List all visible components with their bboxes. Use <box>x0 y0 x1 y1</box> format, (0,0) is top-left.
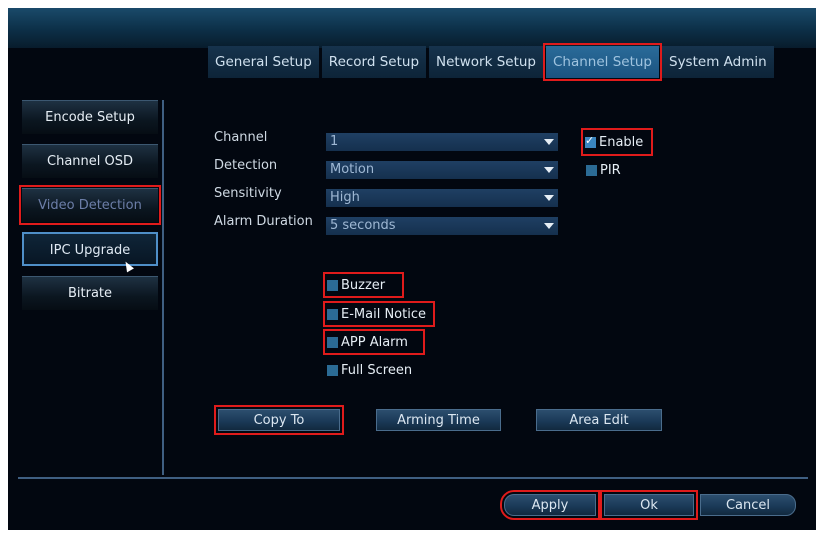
full-screen-checkbox[interactable]: Full Screen <box>327 361 412 379</box>
tab-general-setup[interactable]: General Setup <box>208 46 319 78</box>
tab-channel-setup[interactable]: Channel Setup <box>542 43 663 81</box>
ok-button[interactable]: Ok <box>600 490 698 520</box>
app-alarm-label: APP Alarm <box>341 334 408 350</box>
email-notice-label: E-Mail Notice <box>341 306 426 322</box>
enable-label: Enable <box>599 134 644 150</box>
top-bar <box>8 8 816 48</box>
email-notice-checkbox[interactable]: E-Mail Notice <box>323 301 435 327</box>
dvr-settings-screen: General Setup Record Setup Network Setup… <box>8 8 816 530</box>
pir-label: PIR <box>600 162 621 178</box>
checkbox-icon <box>327 364 338 376</box>
app-alarm-checkbox[interactable]: APP Alarm <box>323 329 425 355</box>
detection-value: Motion <box>330 162 375 177</box>
apply-button[interactable]: Apply <box>500 490 600 520</box>
buzzer-checkbox[interactable]: Buzzer <box>323 272 404 298</box>
chevron-down-icon <box>544 195 554 201</box>
checkbox-icon <box>327 308 338 320</box>
pir-checkbox[interactable]: PIR <box>586 161 621 179</box>
copy-to-button[interactable]: Copy To <box>214 405 344 435</box>
checkbox-icon <box>586 164 597 176</box>
sidebar-item-channel-osd[interactable]: Channel OSD <box>22 144 158 178</box>
checkbox-icon <box>327 336 338 348</box>
arming-time-button[interactable]: Arming Time <box>376 409 501 431</box>
chevron-down-icon <box>544 223 554 229</box>
alarm-duration-value: 5 seconds <box>330 218 396 233</box>
chevron-down-icon <box>544 139 554 145</box>
sidebar-item-ipc-upgrade[interactable]: IPC Upgrade <box>22 232 158 266</box>
enable-checkbox[interactable]: Enable <box>581 128 653 156</box>
sidebar-item-encode-setup[interactable]: Encode Setup <box>22 100 158 134</box>
detection-select[interactable]: Motion <box>326 161 558 179</box>
channel-value: 1 <box>330 134 339 149</box>
tab-record-setup[interactable]: Record Setup <box>321 46 427 78</box>
detection-label: Detection <box>214 158 278 173</box>
checkbox-icon <box>327 279 338 291</box>
cancel-button[interactable]: Cancel <box>700 494 796 516</box>
area-edit-button[interactable]: Area Edit <box>536 409 662 431</box>
alarm-duration-label: Alarm Duration <box>214 214 313 229</box>
sidebar-item-video-detection[interactable]: Video Detection <box>19 185 161 225</box>
tab-bar: General Setup Record Setup Network Setup… <box>208 43 777 81</box>
full-screen-label: Full Screen <box>341 362 413 378</box>
sensitivity-select[interactable]: High <box>326 189 558 207</box>
sidebar-item-bitrate[interactable]: Bitrate <box>22 276 158 310</box>
channel-label: Channel <box>214 130 268 145</box>
divider-horizontal <box>18 477 808 479</box>
sensitivity-value: High <box>330 190 360 205</box>
tab-system-admin[interactable]: System Admin <box>662 46 774 78</box>
sensitivity-label: Sensitivity <box>214 186 282 201</box>
tab-network-setup[interactable]: Network Setup <box>429 46 543 78</box>
channel-select[interactable]: 1 <box>326 133 558 151</box>
divider-vertical <box>162 100 164 475</box>
alarm-duration-select[interactable]: 5 seconds <box>326 217 558 235</box>
chevron-down-icon <box>544 167 554 173</box>
checkbox-checked-icon <box>585 134 596 148</box>
buzzer-label: Buzzer <box>341 277 386 293</box>
